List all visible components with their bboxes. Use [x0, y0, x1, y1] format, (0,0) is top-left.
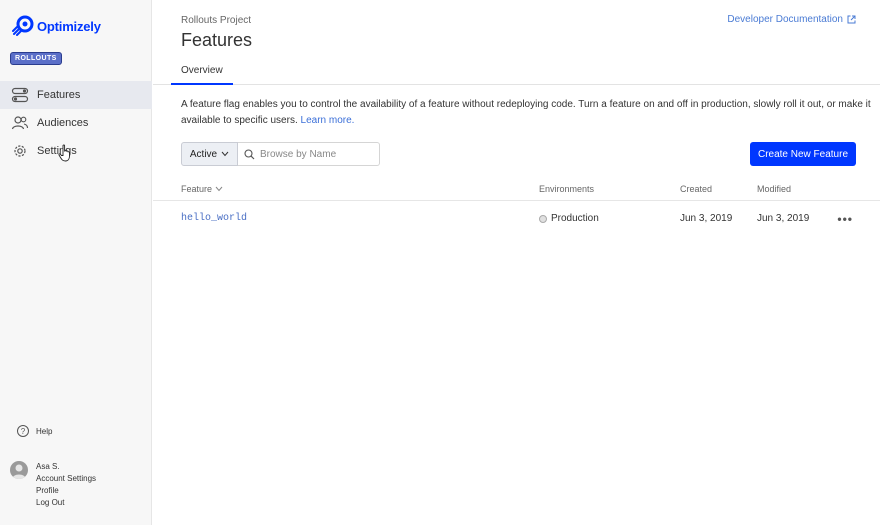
page-title: Features [181, 30, 253, 50]
account-settings-link[interactable]: Account Settings [36, 473, 96, 485]
help-icon: ? [17, 425, 29, 437]
optimizely-logo-icon [12, 15, 34, 37]
logout-link[interactable]: Log Out [36, 497, 96, 509]
main-content: Rollouts Project Features Developer Docu… [153, 0, 880, 525]
status-value: Active [189, 148, 218, 160]
chevron-down-icon [221, 150, 229, 159]
filter-bar: Active [181, 142, 380, 166]
sidebar-item-label: Settings [37, 145, 77, 157]
modified-date: Jun 3, 2019 [757, 213, 810, 224]
sidebar-item-features[interactable]: Features [0, 81, 152, 109]
learn-more-link[interactable]: Learn more. [301, 115, 355, 126]
column-feature-label: Feature [181, 184, 213, 194]
profile-link[interactable]: Profile [36, 485, 96, 497]
audience-icon [11, 114, 29, 132]
create-new-feature-button[interactable]: Create New Feature [750, 142, 856, 166]
column-modified: Modified [757, 184, 792, 194]
search-input[interactable] [260, 148, 370, 160]
sidebar: Optimizely ROLLOUTS Features Audiences S… [0, 0, 152, 525]
sidebar-item-settings[interactable]: Settings [0, 137, 152, 165]
help-link[interactable]: ? Help [17, 425, 52, 437]
feature-key[interactable]: hello_world [181, 213, 247, 224]
table-row[interactable]: hello_world Production Jun 3, 2019 Jun 3… [153, 204, 880, 234]
sidebar-item-label: Features [37, 89, 81, 101]
toggle-icon [11, 86, 29, 104]
search-icon [244, 148, 255, 159]
table-header: Feature Environments Created Modified [153, 181, 880, 201]
project-name: Rollouts Project [181, 15, 252, 26]
avatar [10, 461, 28, 479]
developer-docs-link[interactable]: Developer Documentation [727, 14, 856, 25]
help-label: Help [36, 426, 53, 436]
external-link-icon [847, 15, 856, 24]
column-feature[interactable]: Feature [181, 184, 223, 194]
brand-name: Optimizely [37, 18, 101, 34]
logo[interactable]: Optimizely [12, 15, 101, 37]
sort-chevron-icon [215, 185, 223, 194]
search-box [238, 142, 380, 166]
more-options-button[interactable]: ••• [837, 212, 853, 226]
rollouts-badge: ROLLOUTS [10, 52, 62, 65]
environment-name: Production [551, 213, 599, 224]
status-dropdown[interactable]: Active [181, 142, 238, 166]
column-created: Created [680, 184, 713, 194]
user-name: Asa S. [36, 462, 60, 471]
environment-status-icon [539, 214, 547, 223]
feature-description: A feature flag enables you to control th… [181, 97, 871, 129]
description-text: A feature flag enables you to control th… [181, 99, 871, 126]
sidebar-nav: Features Audiences Settings [0, 81, 152, 165]
column-environments: Environments [539, 184, 595, 194]
developer-docs-label: Developer Documentation [727, 14, 843, 25]
created-date: Jun 3, 2019 [680, 213, 733, 224]
tab-overview[interactable]: Overview [171, 58, 233, 85]
environment-cell: Production [539, 213, 599, 224]
gear-icon [11, 142, 29, 160]
sidebar-item-label: Audiences [37, 117, 89, 129]
sidebar-item-audiences[interactable]: Audiences [0, 109, 152, 137]
tab-bar: Overview [153, 58, 880, 85]
